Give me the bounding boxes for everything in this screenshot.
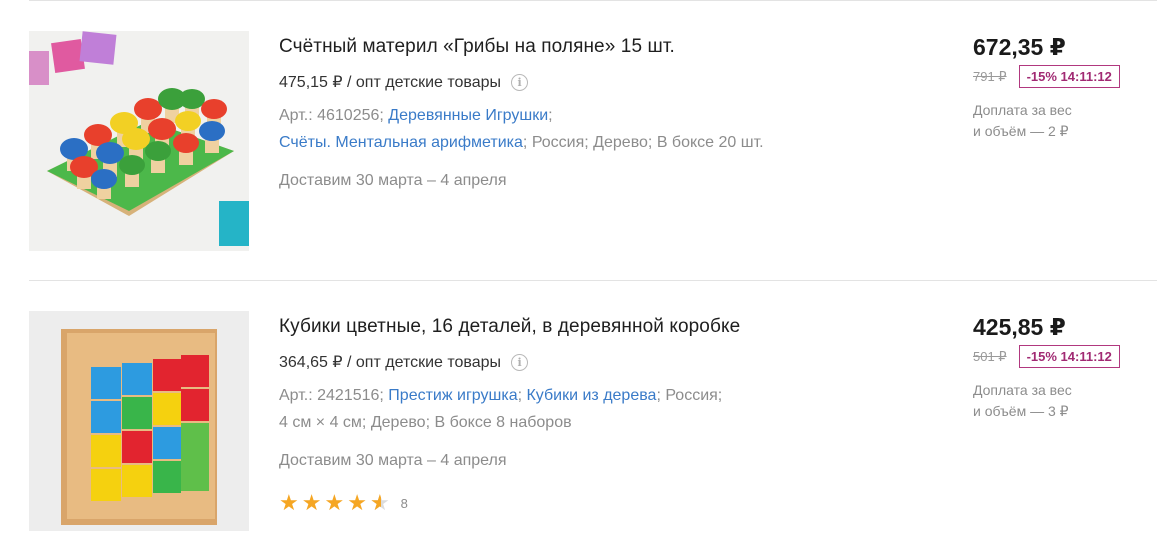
star-icon: ★ <box>347 490 367 515</box>
top-divider <box>29 0 1157 1</box>
cubes-picture <box>29 311 249 531</box>
delivery-date: Доставим 30 марта – 4 апреля <box>279 452 507 469</box>
promo-badge: -15% 14:11:12 <box>1018 65 1120 88</box>
surcharge-line-1: Доплата за вес <box>973 382 1072 398</box>
wholesale-price-text: 475,15 ₽ / опт детские товары <box>279 74 502 91</box>
info-icon[interactable]: i <box>511 353 529 371</box>
product-title[interactable]: Счётный материл «Грибы на поляне» 15 шт. <box>279 36 764 58</box>
product-title[interactable]: Кубики цветные, 16 деталей, в деревянной… <box>279 316 740 338</box>
category-link-prestige[interactable]: Престиж игрушка <box>388 387 517 404</box>
info-icon[interactable]: i <box>511 73 529 91</box>
article-number: Арт.: 2421516; <box>279 387 389 404</box>
product-image-mushrooms[interactable] <box>29 31 249 251</box>
meta-tail: ; Россия; <box>656 387 723 404</box>
rating[interactable]: ★ ★ ★ ★ ★ ★ 8 <box>279 492 740 514</box>
weight-surcharge: Доплата за вес и объём — 2 ₽ <box>973 100 1157 142</box>
wholesale-price: 364,65 ₽ / опт детские товары i <box>279 352 740 372</box>
wholesale-price: 475,15 ₽ / опт детские товары i <box>279 72 764 92</box>
delivery-date: Доставим 30 марта – 4 апреля <box>279 172 507 189</box>
current-price: 425,85 ₽ <box>973 314 1066 340</box>
mushrooms-picture <box>29 31 249 251</box>
category-link-abacus[interactable]: Счёты. Ментальная арифметика <box>279 134 523 151</box>
surcharge-line-1: Доплата за вес <box>973 102 1072 118</box>
star-icon: ★ <box>279 490 299 515</box>
meta-tail: ; Россия; Дерево; В боксе 20 шт. <box>522 134 764 151</box>
product-divider <box>29 280 1157 281</box>
current-price: 672,35 ₽ <box>973 34 1066 60</box>
discount-row: 791 ₽ -15% 14:11:12 <box>973 65 1157 88</box>
wholesale-price-text: 364,65 ₽ / опт детские товары <box>279 354 502 371</box>
category-link-wooden-toys[interactable]: Деревянные Игрушки <box>388 107 548 124</box>
surcharge-line-2: и объём — 3 ₽ <box>973 403 1069 419</box>
product-image-cubes[interactable] <box>29 311 249 531</box>
old-price: 791 ₽ <box>973 68 1007 84</box>
product-meta: Арт.: 2421516; Престиж игрушка; Кубики и… <box>279 382 740 436</box>
meta-tail-2: 4 см × 4 см; Дерево; В боксе 8 наборов <box>279 414 572 431</box>
star-icon: ★ <box>324 490 345 515</box>
price-box-2: 425,85 ₽ 501 ₽ -15% 14:11:12 Доплата за … <box>973 314 1157 422</box>
product-info-1: Счётный материл «Грибы на поляне» 15 шт.… <box>279 36 764 190</box>
old-price: 501 ₽ <box>973 348 1007 364</box>
product-meta: Арт.: 4610256; Деревянные Игрушки; Счёты… <box>279 102 764 156</box>
star-icon: ★ <box>301 490 322 515</box>
promo-badge: -15% 14:11:12 <box>1018 345 1120 368</box>
product-info-2: Кубики цветные, 16 деталей, в деревянной… <box>279 316 740 514</box>
article-number: Арт.: 4610256; <box>279 107 389 124</box>
discount-row: 501 ₽ -15% 14:11:12 <box>973 345 1157 368</box>
price-box-1: 672,35 ₽ 791 ₽ -15% 14:11:12 Доплата за … <box>973 34 1157 142</box>
review-count[interactable]: 8 <box>401 496 408 511</box>
surcharge-line-2: и объём — 2 ₽ <box>973 123 1069 139</box>
weight-surcharge: Доплата за вес и объём — 3 ₽ <box>973 380 1157 422</box>
category-link-wooden-cubes[interactable]: Кубики из дерева <box>526 387 656 404</box>
meta-separator: ; <box>548 107 553 124</box>
half-star-icon: ★ ★ <box>369 490 390 515</box>
